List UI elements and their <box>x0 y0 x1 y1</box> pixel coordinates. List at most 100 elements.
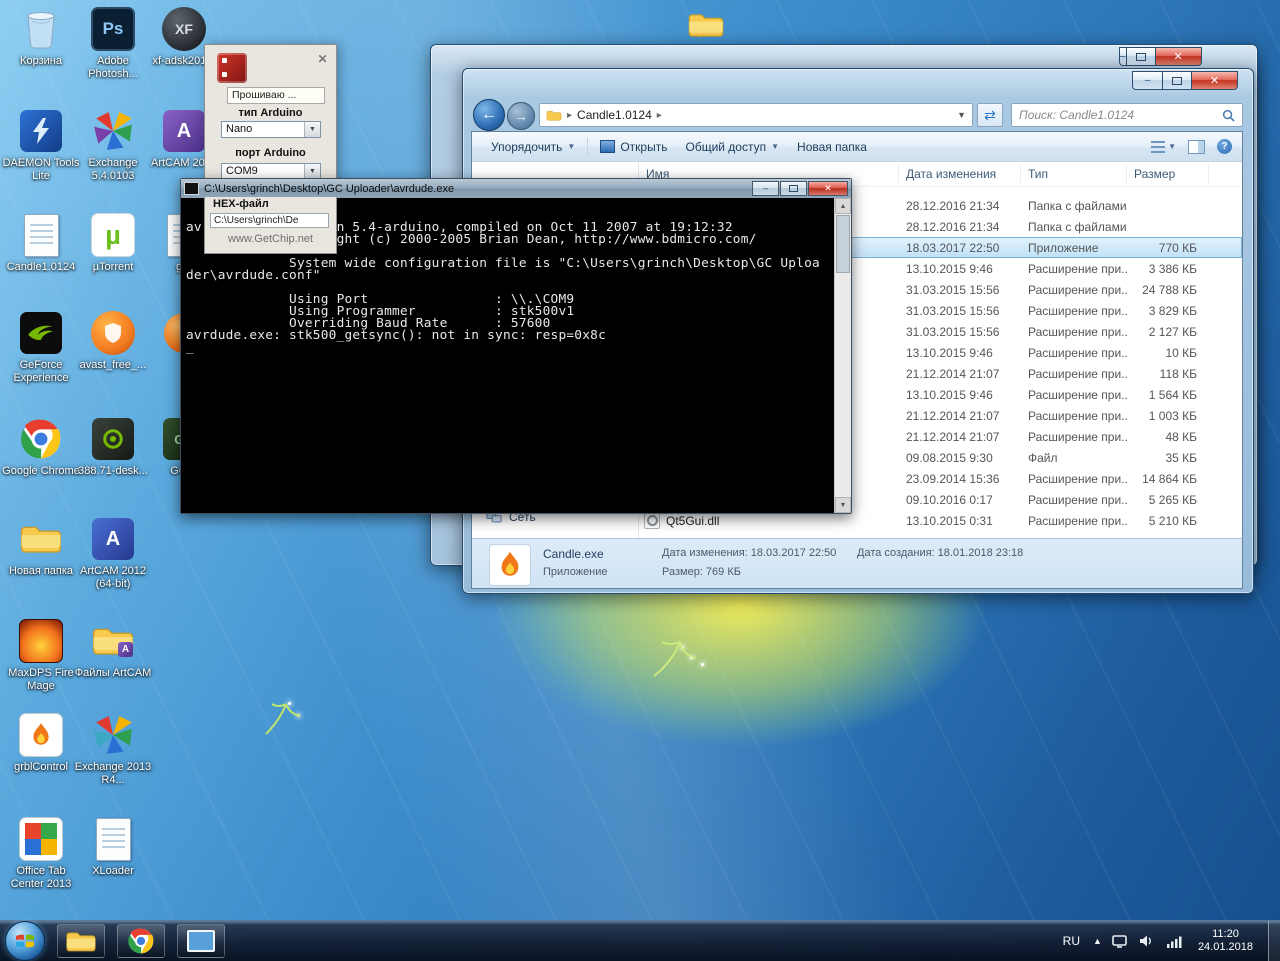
details-created: Дата создания: 18.01.2018 23:18 <box>857 547 1024 559</box>
desktop-icon-exchange2013[interactable]: Exchange 2013 R4... <box>72 712 154 787</box>
back-button[interactable]: ← <box>473 99 505 131</box>
desktop-icon-artcam-files[interactable]: A Файлы ArtCAM <box>72 618 154 680</box>
address-dropdown-icon[interactable]: ▼ <box>957 110 966 120</box>
refresh-button[interactable]: ⇄ <box>977 103 1003 127</box>
folder-icon <box>546 110 562 120</box>
taskbar-clock[interactable]: 11:20 24.01.2018 <box>1192 928 1259 954</box>
console-icon <box>184 182 199 195</box>
scroll-down-icon[interactable]: ▼ <box>835 497 851 513</box>
desktop-icon-geforce-experience[interactable]: GeForce Experience <box>0 310 82 385</box>
desktop-icon-office-tab[interactable]: Office Tab Center 2013 <box>0 816 82 891</box>
language-indicator[interactable]: RU <box>1059 932 1084 950</box>
file-size: 48 КБ <box>1165 429 1197 444</box>
taskbar-app-button[interactable] <box>177 924 225 958</box>
minimize-button[interactable]: – <box>1132 71 1162 90</box>
file-size: 10 КБ <box>1165 345 1197 360</box>
chrome-icon <box>128 928 154 954</box>
clock-date: 24.01.2018 <box>1197 941 1253 953</box>
desktop-icon-new-folder[interactable]: Новая папка <box>0 516 82 578</box>
desktop-icon-xloader[interactable]: XLoader <box>72 816 154 878</box>
arduino-port-value: COM9 <box>226 165 258 177</box>
file-size: 14 864 КБ <box>1142 471 1197 486</box>
desktop-icon-nvidia-driver[interactable]: 388.71-desk... <box>72 416 154 478</box>
organize-button[interactable]: Упорядочить ▼ <box>482 137 584 157</box>
views-button[interactable]: ▼ <box>1151 140 1176 153</box>
preview-pane-button[interactable] <box>1188 139 1205 154</box>
office-tab-icon <box>0 816 82 862</box>
app-window-icon <box>187 930 215 952</box>
scrollbar-thumb[interactable] <box>836 215 850 273</box>
desktop-icon-candle[interactable]: Candle1.0124 <box>0 212 82 274</box>
desktop-icon-avast[interactable]: avast_free_... <box>72 310 154 372</box>
file-size: 2 127 КБ <box>1148 324 1197 339</box>
taskbar-explorer-button[interactable] <box>57 924 105 958</box>
close-icon[interactable]: ✕ <box>315 52 330 67</box>
desktop-icon-chrome[interactable]: Google Chrome <box>0 416 82 478</box>
column-header-size[interactable]: Размер <box>1127 165 1209 183</box>
desktop-icon-recycle-bin[interactable]: Корзина <box>0 6 82 68</box>
taskbar-chrome-button[interactable] <box>117 924 165 958</box>
file-date: 09.08.2015 9:30 <box>906 450 993 465</box>
maximize-button[interactable] <box>1125 47 1155 66</box>
help-button[interactable]: ? <box>1217 139 1232 154</box>
close-button[interactable]: ✕ <box>1154 47 1202 66</box>
details-file-type: Приложение <box>543 566 608 578</box>
volume-icon[interactable] <box>1138 932 1156 950</box>
maximize-button[interactable] <box>1162 71 1191 90</box>
column-header-type[interactable]: Тип <box>1021 165 1127 183</box>
file-date: 28.12.2016 21:34 <box>906 198 1000 213</box>
desktop-icon-grblcontrol[interactable]: grblControl <box>0 712 82 774</box>
scroll-up-icon[interactable]: ▲ <box>835 198 851 214</box>
search-placeholder: Поиск: Candle1.0124 <box>1019 108 1135 122</box>
desktop-icon-label: DAEMON Tools Lite <box>2 157 80 182</box>
console-scrollbar[interactable]: ▲ ▼ <box>834 198 851 513</box>
getchip-link[interactable]: www.GetChip.net <box>205 233 336 245</box>
candle-app-icon <box>489 544 531 586</box>
file-size: 5 210 КБ <box>1148 513 1197 528</box>
hidden-icons-chevron-icon[interactable]: ▲ <box>1093 936 1102 946</box>
desktop-icon-label: Exchange 5.4.0103 <box>88 157 138 182</box>
open-label: Открыть <box>620 139 668 154</box>
hex-file-path-field[interactable]: C:\Users\grinch\De <box>210 213 329 228</box>
address-bar[interactable]: ▸ Candle1.0124 ▸ ▼ <box>539 103 973 127</box>
desktop-icon-artcam2012[interactable]: A ArtCAM 2012 (64-bit) <box>72 516 154 591</box>
desktop-icon-photoshop[interactable]: Ps Adobe Photosh... <box>72 6 154 81</box>
share-button[interactable]: Общий доступ ▼ <box>676 137 788 157</box>
photoshop-icon: Ps <box>72 6 154 52</box>
console-title-bar[interactable]: C:\Users\grinch\Desktop\GC Uploader\avrd… <box>181 179 851 199</box>
window-caption-buttons: – ✕ <box>1119 47 1202 66</box>
utorrent-glyph: µ <box>105 219 121 250</box>
column-header-modified[interactable]: Дата изменения <box>899 165 1021 183</box>
details-modified: Дата изменения: 18.03.2017 22:50 <box>662 547 837 559</box>
show-desktop-button[interactable] <box>1268 921 1280 961</box>
desktop-icon-label: Файлы ArtCAM <box>74 667 152 679</box>
gear-icon <box>646 515 658 526</box>
desktop-icon-utorrent[interactable]: µ µTorrent <box>72 212 154 274</box>
new-folder-button[interactable]: Новая папка <box>788 137 876 157</box>
arduino-type-label: тип Arduino <box>238 107 303 119</box>
desktop-icon-daemon-tools[interactable]: DAEMON Tools Lite <box>0 108 82 183</box>
desktop-icon-maxdps[interactable]: MaxDPS Fire Mage <box>0 618 82 693</box>
open-button[interactable]: Открыть <box>591 137 676 157</box>
arduino-type-select[interactable]: Nano ▼ <box>221 121 321 138</box>
network-icon[interactable] <box>1165 932 1183 950</box>
desktop-icon-label: µTorrent <box>92 261 134 273</box>
action-center-icon[interactable] <box>1111 932 1129 950</box>
start-button[interactable] <box>5 921 45 961</box>
minimize-button[interactable]: – <box>752 181 779 196</box>
file-date: 13.10.2015 9:46 <box>906 387 993 402</box>
artcam-glyph: A <box>176 119 192 142</box>
search-box[interactable]: Поиск: Candle1.0124 <box>1011 103 1243 127</box>
file-type: Расширение при... <box>1028 324 1127 339</box>
desktop-icon-folder-top[interactable] <box>668 2 744 48</box>
file-name-cell: Qt5Gui.dll <box>639 512 899 529</box>
close-button[interactable]: ✕ <box>1191 71 1238 90</box>
desktop-icon-exchange54[interactable]: Exchange 5.4.0103 <box>72 108 154 183</box>
desktop-icon-label: grblControl <box>14 761 68 773</box>
close-button[interactable]: ✕ <box>808 181 848 196</box>
maximize-button[interactable] <box>780 181 807 196</box>
app-window-icon <box>600 140 616 153</box>
desktop-icon-label: MaxDPS Fire Mage <box>8 667 74 692</box>
desktop-icon-label: Exchange 2013 R4... <box>74 761 152 786</box>
forward-button[interactable]: → <box>507 102 535 130</box>
